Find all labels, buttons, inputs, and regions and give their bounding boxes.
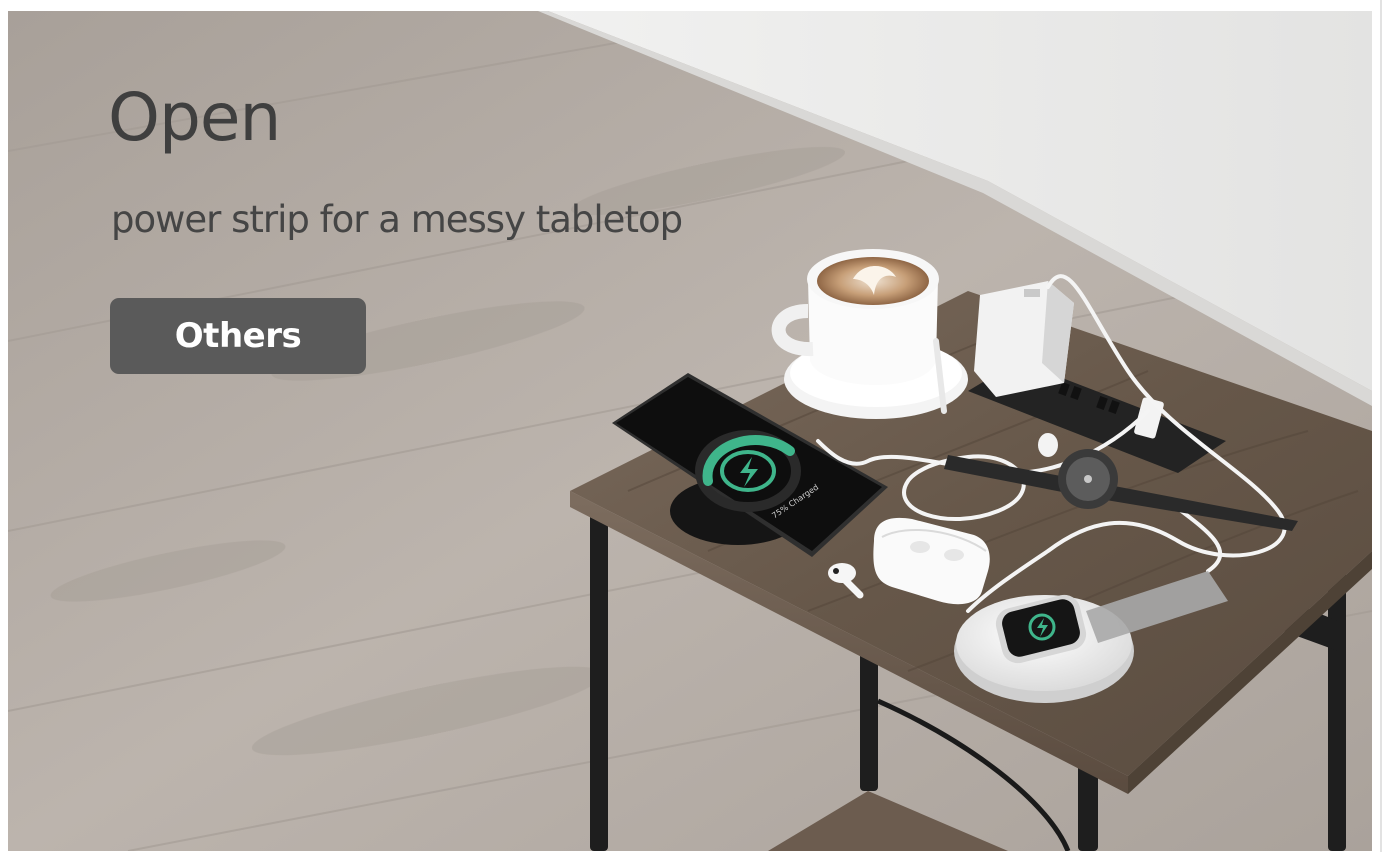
others-button[interactable]: Others: [110, 298, 366, 374]
scrollbar[interactable]: [1380, 0, 1382, 852]
product-banner: 75% Charged Open power strip for a messy…: [8, 11, 1372, 851]
earbud-top: [1038, 433, 1058, 457]
wall-charger: [974, 281, 1074, 397]
banner-subhead: power strip for a messy tabletop: [111, 198, 683, 241]
banner-headline: Open: [108, 79, 281, 156]
page: 75% Charged Open power strip for a messy…: [0, 0, 1385, 852]
